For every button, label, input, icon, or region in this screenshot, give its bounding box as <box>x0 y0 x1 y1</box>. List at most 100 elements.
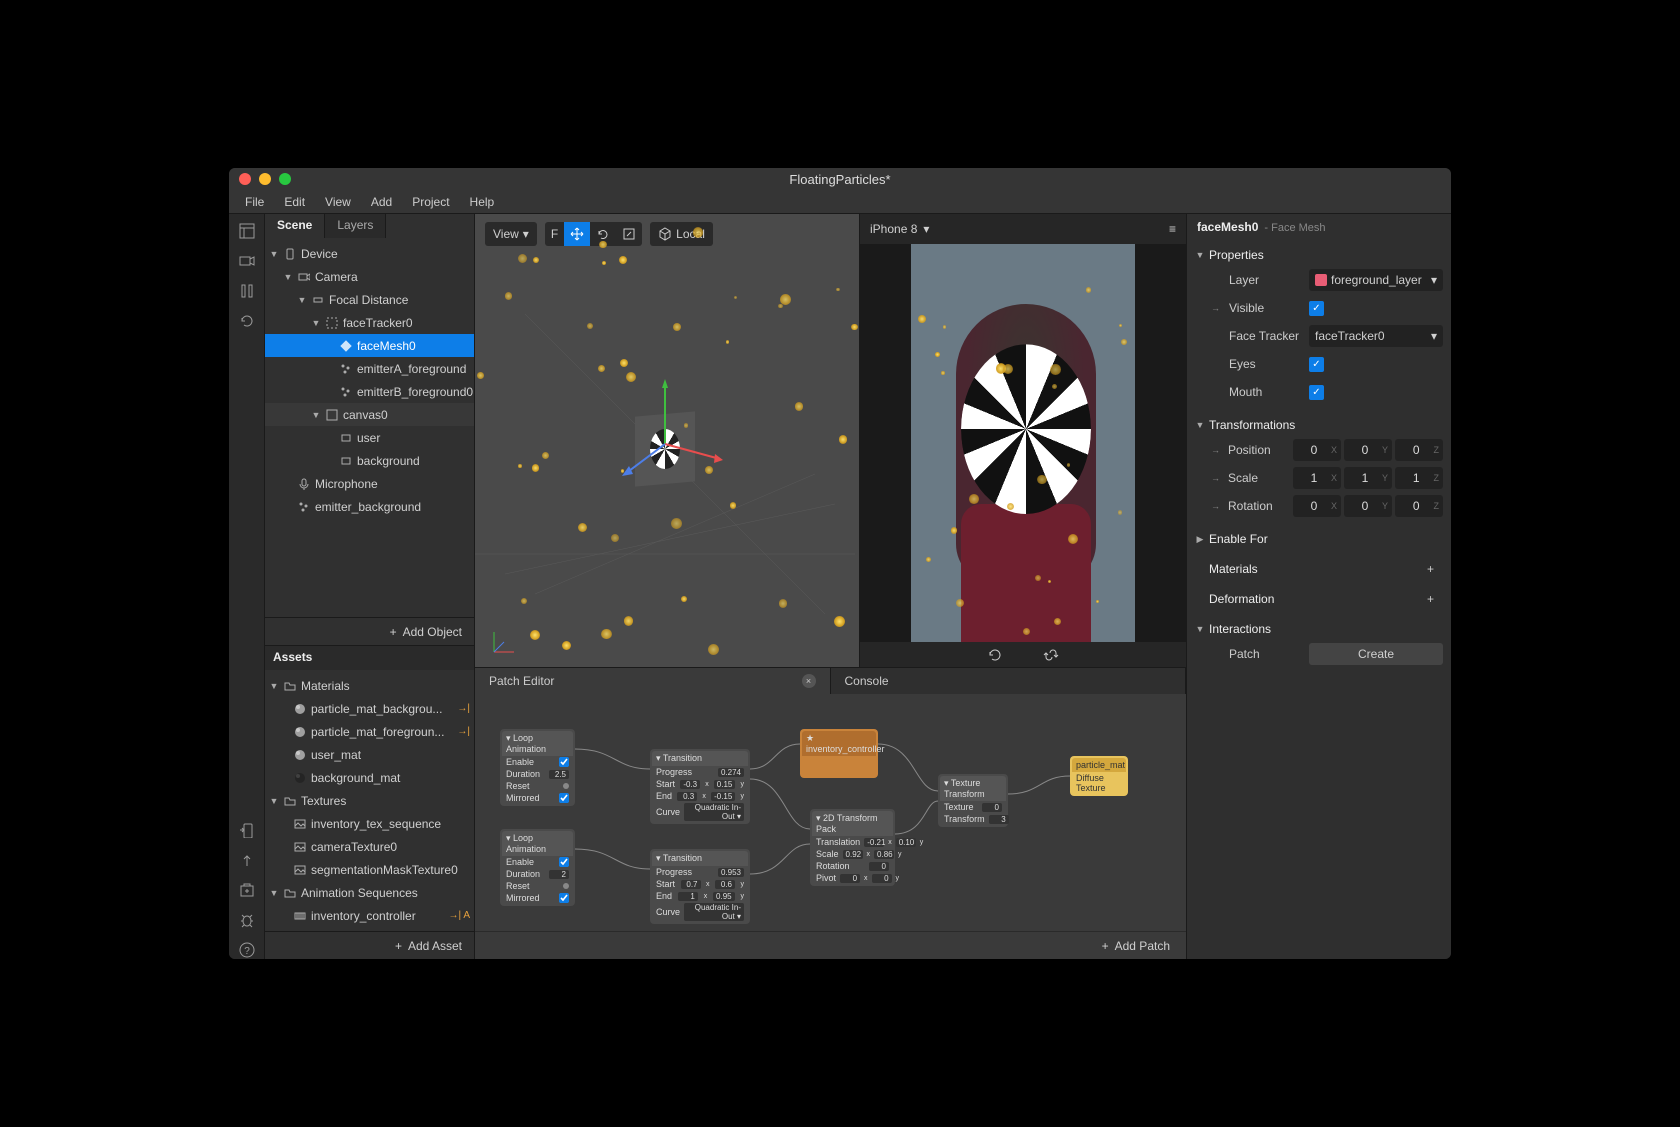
create-button[interactable]: Create <box>1309 643 1443 665</box>
assets-tree: ▼Materialsparticle_mat_backgrou...→| par… <box>265 670 474 931</box>
library-icon[interactable] <box>238 881 256 899</box>
scene-item-canvas0[interactable]: ▼canvas0 <box>265 403 474 426</box>
asset-item[interactable]: particle_mat_backgrou...→| <box>265 697 474 720</box>
tab-patch-editor[interactable]: Patch Editor × <box>475 668 831 694</box>
asset-item[interactable]: user_mat <box>265 743 474 766</box>
patch-node[interactable]: ▾ Loop Animation Enable Duration2 Reset … <box>500 829 575 906</box>
asset-item[interactable]: inventory_tex_sequence <box>265 812 474 835</box>
disclosure-icon: ▼ <box>269 249 279 259</box>
add-patch-button[interactable]: + Add Patch <box>475 931 1186 959</box>
rotation-x-input[interactable]: 0X <box>1293 495 1341 517</box>
scene-item-camera[interactable]: ▼Camera <box>265 265 474 288</box>
menu-add[interactable]: Add <box>363 193 400 211</box>
asset-item-label: segmentationMaskTexture0 <box>311 863 458 877</box>
video-icon[interactable] <box>238 252 256 270</box>
minimize-icon[interactable] <box>259 173 271 185</box>
deformation-header[interactable]: ▶Deformation+ <box>1195 588 1443 610</box>
asset-item[interactable]: inventory_controller →| A <box>265 904 474 927</box>
position-x-input[interactable]: 0X <box>1293 439 1341 461</box>
rotation-y-input[interactable]: 0Y <box>1344 495 1392 517</box>
menu-icon[interactable]: ≡ <box>1169 222 1176 236</box>
asset-item[interactable]: cameraTexture0 <box>265 835 474 858</box>
asset-group-animation sequences[interactable]: ▼Animation Sequences <box>265 881 474 904</box>
scale-x-input[interactable]: 1X <box>1293 467 1341 489</box>
asset-item-label: inventory_controller <box>311 909 416 923</box>
chevron-down-icon[interactable]: ▾ <box>923 222 929 236</box>
scene-item-background[interactable]: background <box>265 449 474 472</box>
scene-item-emitter_background[interactable]: emitter_background <box>265 495 474 518</box>
scene-item-emitterb_foreground0[interactable]: emitterB_foreground0 <box>265 380 474 403</box>
add-deformation-button[interactable]: + <box>1427 592 1443 606</box>
restart-icon[interactable] <box>987 647 1003 663</box>
traffic-lights <box>239 173 291 185</box>
visible-checkbox[interactable]: ✓ <box>1309 301 1324 316</box>
asset-group-materials[interactable]: ▼Materials <box>265 674 474 697</box>
help-icon[interactable]: ? <box>238 941 256 959</box>
scene-item-emittera_foreground[interactable]: emitterA_foreground <box>265 357 474 380</box>
pause-icon[interactable] <box>238 282 256 300</box>
asset-item[interactable]: segmentationMaskTexture0 <box>265 858 474 881</box>
patch-node[interactable]: ▾ Loop Animation Enable Duration2.5 Rese… <box>500 729 575 806</box>
scene-item-microphone[interactable]: Microphone <box>265 472 474 495</box>
menu-view[interactable]: View <box>317 193 359 211</box>
position-z-input[interactable]: 0Z <box>1395 439 1443 461</box>
maximize-icon[interactable] <box>279 173 291 185</box>
rotation-z-input[interactable]: 0Z <box>1395 495 1443 517</box>
scene-item-focal distance[interactable]: ▼Focal Distance <box>265 288 474 311</box>
linked-badge-icon: →| A <box>449 910 471 921</box>
debug-icon[interactable] <box>238 911 256 929</box>
refresh-icon[interactable] <box>238 312 256 330</box>
materials-header[interactable]: ▶Materials+ <box>1195 558 1443 580</box>
menu-project[interactable]: Project <box>404 193 457 211</box>
scene-item-facetracker0[interactable]: ▼faceTracker0 <box>265 311 474 334</box>
asset-group-label: Animation Sequences <box>301 886 418 900</box>
patch-node[interactable]: ★ inventory_controller <box>800 729 878 778</box>
preview-viewport[interactable] <box>860 244 1186 642</box>
transformations-header[interactable]: ▼Transformations <box>1195 414 1443 436</box>
asset-item[interactable]: particle_mat_foregroun...→| <box>265 720 474 743</box>
viewport-row: View ▾ F Local <box>475 214 1186 667</box>
tab-console[interactable]: Console <box>831 668 1187 694</box>
viewport-3d[interactable]: View ▾ F Local <box>475 214 859 667</box>
close-icon[interactable]: × <box>802 674 816 688</box>
tab-layers[interactable]: Layers <box>325 214 386 238</box>
scale-z-input[interactable]: 1Z <box>1395 467 1443 489</box>
upload-icon[interactable] <box>238 851 256 869</box>
patch-node[interactable]: ▾ Transition Progress0.953 Start0.7x0.6y… <box>650 849 750 924</box>
send-to-device-icon[interactable] <box>238 821 256 839</box>
patch-node[interactable]: ▾ Texture Transform Texture0 Transform3 <box>938 774 1008 827</box>
folder-icon <box>283 679 297 693</box>
menu-file[interactable]: File <box>237 193 272 211</box>
add-asset-button[interactable]: + Add Asset <box>265 931 474 959</box>
scene-item-device[interactable]: ▼Device <box>265 242 474 265</box>
add-material-button[interactable]: + <box>1427 562 1443 576</box>
asset-group-textures[interactable]: ▼Textures <box>265 789 474 812</box>
layout-icon[interactable] <box>238 222 256 240</box>
position-y-input[interactable]: 0Y <box>1344 439 1392 461</box>
mouth-label: Mouth <box>1229 385 1301 399</box>
facetracker-dropdown[interactable]: faceTracker0▾ <box>1309 325 1443 347</box>
patch-canvas[interactable]: ▾ Loop Animation Enable Duration2.5 Rese… <box>475 694 1186 931</box>
mouth-checkbox[interactable]: ✓ <box>1309 385 1324 400</box>
patch-node[interactable]: particle_mat Diffuse Texture <box>1070 756 1128 796</box>
menu-edit[interactable]: Edit <box>276 193 313 211</box>
scene-item-user[interactable]: user <box>265 426 474 449</box>
tab-scene[interactable]: Scene <box>265 214 325 238</box>
enablefor-header[interactable]: ▶Enable For <box>1195 528 1443 550</box>
scene-item-facemesh0[interactable]: faceMesh0 <box>265 334 474 357</box>
patch-node[interactable]: ▾ 2D Transform Pack Translation-0.21x0.1… <box>810 809 895 886</box>
layer-swatch-icon <box>1315 274 1327 286</box>
eyes-checkbox[interactable]: ✓ <box>1309 357 1324 372</box>
close-icon[interactable] <box>239 173 251 185</box>
layer-dropdown[interactable]: foreground_layer▾ <box>1309 269 1443 291</box>
menu-help[interactable]: Help <box>462 193 503 211</box>
interactions-header[interactable]: ▼Interactions <box>1195 618 1443 640</box>
patch-node[interactable]: ▾ Transition Progress0.274 Start-0.3x0.1… <box>650 749 750 824</box>
flip-camera-icon[interactable] <box>1043 647 1059 663</box>
layer-label: Layer <box>1229 273 1301 287</box>
scale-y-input[interactable]: 1Y <box>1344 467 1392 489</box>
properties-header[interactable]: ▼Properties <box>1195 244 1443 266</box>
asset-item[interactable]: background_mat <box>265 766 474 789</box>
linked-badge-icon: →| <box>457 726 470 737</box>
add-object-button[interactable]: + Add Object <box>265 617 474 645</box>
